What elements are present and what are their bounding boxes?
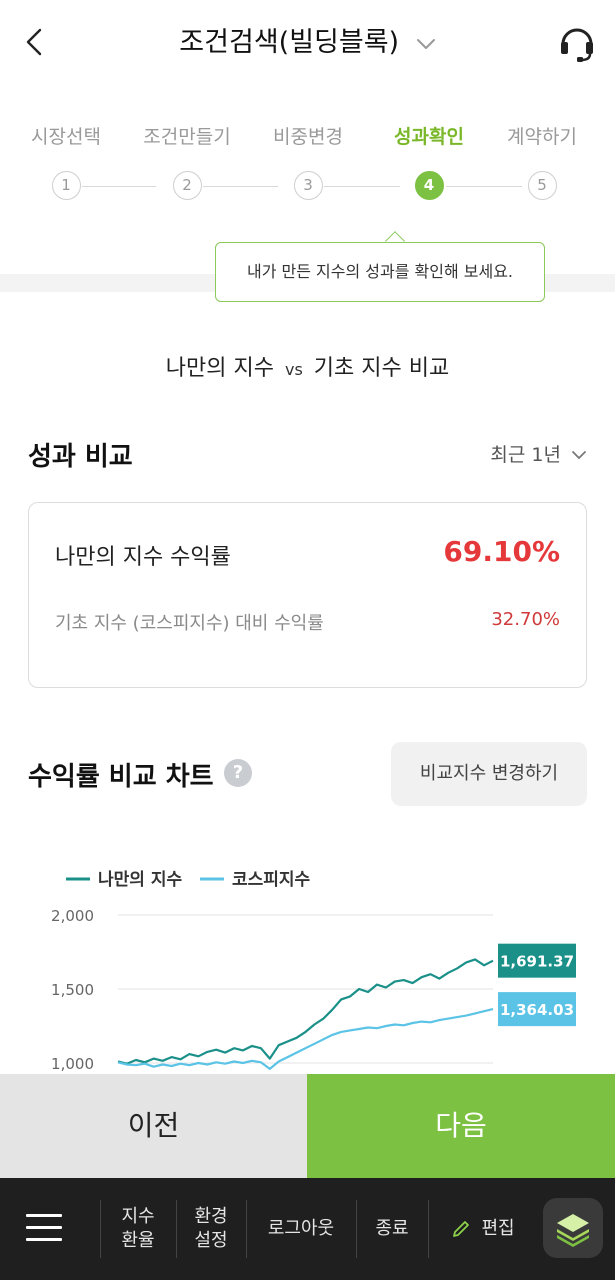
support-headset-button[interactable]	[557, 20, 597, 64]
step-4-current[interactable]: 성과확인 4	[369, 120, 489, 200]
my-index-return-label: 나만의 지수 수익률	[55, 545, 231, 570]
base-index-return-value: 32.70%	[491, 609, 560, 630]
env-label-1: 환경	[194, 1206, 228, 1227]
end-value-label: 1,691.37	[500, 953, 574, 971]
step-number: 4	[414, 171, 444, 200]
compare-heading: 나만의 지수 vs 기초 지수 비교	[0, 350, 615, 382]
layers-icon	[557, 1214, 589, 1247]
page-title-dropdown[interactable]: 조건검색(빌딩블록)	[0, 20, 615, 59]
chevron-down-icon	[416, 38, 435, 49]
step-label: 시장선택	[31, 126, 101, 148]
step-5[interactable]: 계약하기 5	[482, 120, 602, 200]
prev-button[interactable]: 이전	[0, 1074, 307, 1178]
legend-label: 나만의 지수	[98, 870, 182, 890]
step-number: 1	[51, 171, 81, 200]
step-label: 계약하기	[507, 126, 577, 148]
chevron-down-icon	[572, 451, 586, 460]
edit-label: 편집	[481, 1218, 515, 1239]
step-label: 조건만들기	[143, 126, 231, 148]
compare-right: 기초 지수 비교	[313, 356, 450, 381]
step-1[interactable]: 시장선택 1	[6, 120, 126, 200]
return-comparison-chart: 나만의 지수 코스피지수 2,000 1,500 1,000 1,691.37 1,364.…	[51, 870, 576, 1073]
pencil-icon	[453, 1221, 470, 1237]
performance-card: 나만의 지수 수익률 69.10% 기초 지수 (코스피지수) 대비 수익률 3…	[28, 502, 587, 688]
y-tick-label: 1,500	[51, 981, 94, 999]
step-number: 5	[527, 171, 557, 200]
chart-section-title: 수익률 비교 차트	[28, 762, 214, 792]
my-index-return-value: 69.10%	[443, 535, 560, 568]
step-label: 비중변경	[273, 126, 343, 148]
environment-settings-button[interactable]: 환경설정	[176, 1178, 246, 1280]
base-index-return-label: 기초 지수 (코스피지수) 대비 수익률	[55, 613, 324, 634]
progress-stepper: 시장선택 1 조건만들기 2 비중변경 3 성과확인 4 계약하기 5	[0, 120, 615, 210]
step-number: 3	[293, 171, 323, 200]
step-number: 2	[172, 171, 202, 200]
legend-label: 코스피지수	[232, 870, 311, 890]
change-benchmark-button[interactable]: 비교지수 변경하기	[391, 742, 587, 806]
y-tick-label: 2,000	[51, 907, 94, 925]
step-2[interactable]: 조건만들기 2	[127, 120, 247, 200]
end-value-label: 1,364.03	[500, 1001, 574, 1019]
index-fx-button[interactable]: 지수환율	[100, 1178, 176, 1280]
period-dropdown[interactable]: 최근 1년	[490, 440, 587, 467]
page-title: 조건검색(빌딩블록)	[179, 27, 400, 58]
index-fx-label-1: 지수	[121, 1206, 155, 1227]
app-header: 조건검색(빌딩블록)	[0, 0, 615, 84]
env-label-2: 설정	[194, 1230, 228, 1251]
exit-button[interactable]: 종료	[356, 1178, 428, 1280]
logout-button[interactable]: 로그아웃	[246, 1178, 356, 1280]
series-line	[117, 1008, 494, 1070]
y-tick-label: 1,000	[51, 1055, 94, 1073]
bottom-nav-bar: 지수환율 환경설정 로그아웃 종료 편집	[0, 1178, 615, 1280]
guide-tooltip: 내가 만든 지수의 성과를 확인해 보세요.	[215, 242, 545, 302]
compare-vs: vs	[284, 360, 303, 379]
performance-title: 성과 비교	[28, 442, 133, 472]
headset-icon	[561, 28, 593, 62]
edit-button[interactable]: 편집	[428, 1178, 538, 1280]
compare-left: 나만의 지수	[165, 356, 274, 381]
step-label: 성과확인	[394, 126, 464, 148]
hamburger-menu-icon[interactable]	[26, 1214, 62, 1244]
layers-button[interactable]	[543, 1198, 603, 1258]
step-3[interactable]: 비중변경 3	[248, 120, 368, 200]
index-fx-label-2: 환율	[121, 1230, 155, 1251]
help-icon[interactable]: ?	[224, 759, 252, 787]
period-label: 최근 1년	[490, 444, 561, 466]
next-button[interactable]: 다음	[307, 1074, 615, 1178]
